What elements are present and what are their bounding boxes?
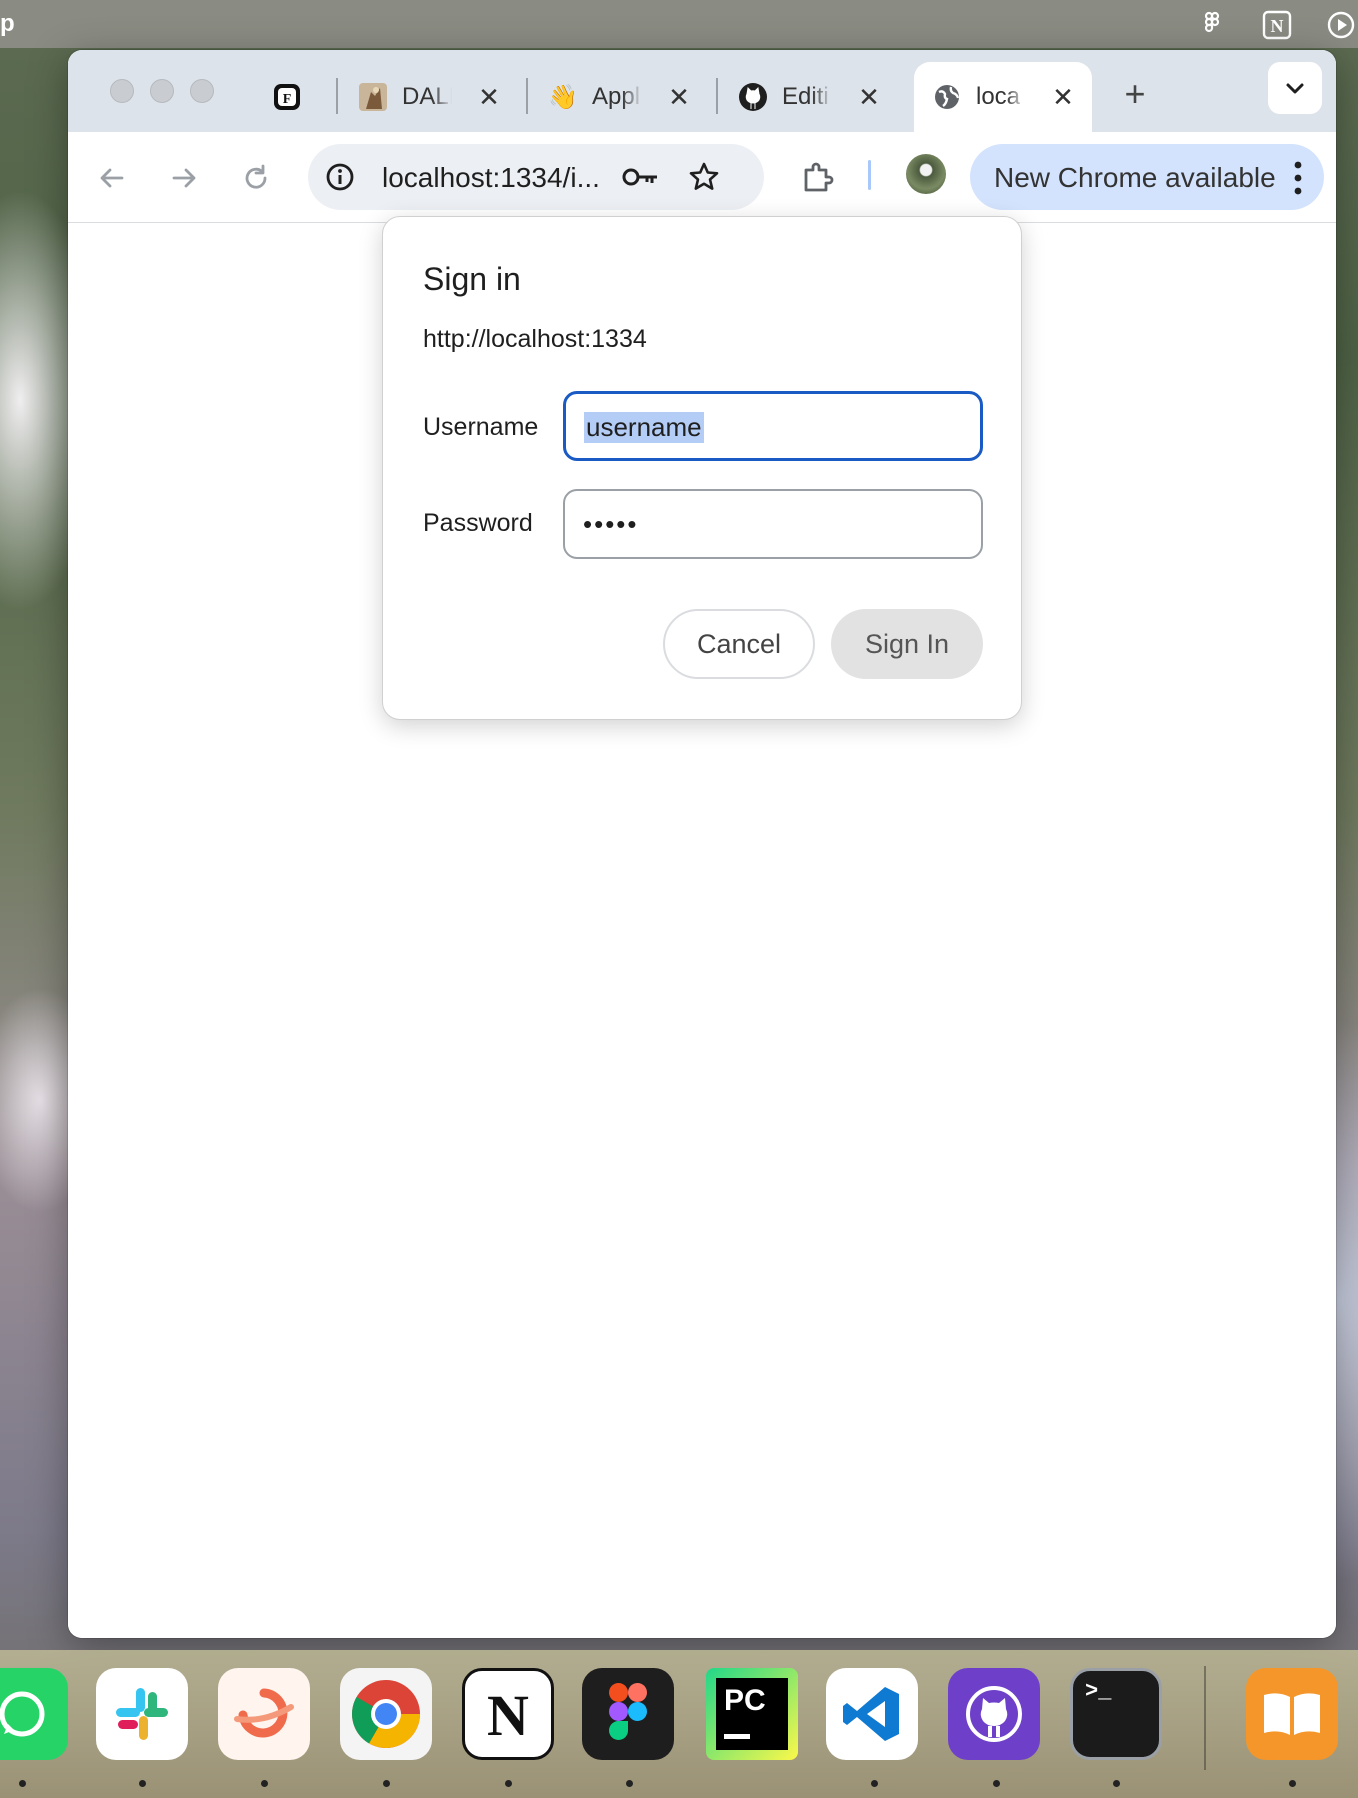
- dialog-title: Sign in: [423, 261, 521, 297]
- active-app-name[interactable]: p: [0, 10, 15, 38]
- close-tab-icon[interactable]: ✕: [474, 82, 504, 113]
- username-value: username: [584, 412, 704, 443]
- profile-avatar[interactable]: [906, 154, 946, 194]
- window-minimize-button[interactable]: [150, 79, 174, 103]
- password-value: •••••: [583, 509, 639, 539]
- tab-strip: F DALL ✕ 👋 Appl ✕ Editi ✕: [68, 50, 1336, 132]
- sign-in-button[interactable]: Sign In: [831, 609, 983, 679]
- password-label: Password: [423, 509, 533, 537]
- tab-apple[interactable]: 👋 Appl ✕: [548, 62, 694, 132]
- svg-text:F: F: [283, 92, 292, 107]
- password-field[interactable]: •••••: [563, 489, 983, 559]
- tab-title: DALL: [402, 83, 452, 110]
- arrow-left-icon: [100, 168, 124, 188]
- figma-app-icon[interactable]: [582, 1668, 674, 1760]
- tab-title: Appl: [592, 83, 641, 110]
- address-bar[interactable]: localhost:1334/i...: [308, 144, 764, 210]
- new-chrome-available-button[interactable]: New Chrome available: [970, 144, 1324, 210]
- tab-localhost[interactable]: loca ✕: [914, 62, 1092, 132]
- tab-separator: [526, 78, 528, 114]
- username-field[interactable]: username: [563, 391, 983, 461]
- back-button[interactable]: [90, 156, 134, 200]
- running-indicator: [626, 1780, 633, 1787]
- dialog-origin: http://localhost:1334: [423, 325, 647, 353]
- more-menu-icon[interactable]: [1294, 161, 1302, 195]
- tab-github[interactable]: Editi ✕: [738, 62, 884, 132]
- slack-icon[interactable]: [96, 1668, 188, 1760]
- svg-text:N: N: [1271, 16, 1284, 36]
- chrome-icon[interactable]: [340, 1668, 432, 1760]
- username-label: Username: [423, 413, 539, 441]
- whatsapp-icon[interactable]: [0, 1668, 68, 1760]
- extensions-puzzle-icon[interactable]: [798, 158, 838, 198]
- sign-in-dialog: Sign in http://localhost:1334 Username u…: [382, 216, 1022, 720]
- menu-bar: p N: [0, 0, 1358, 48]
- running-indicator: [993, 1780, 1000, 1787]
- reload-icon: [245, 164, 267, 189]
- figma-icon[interactable]: [1198, 10, 1226, 38]
- vscode-icon[interactable]: [826, 1668, 918, 1760]
- reload-button[interactable]: [234, 156, 278, 200]
- framer-f-icon: F: [272, 82, 302, 112]
- pycharm-icon[interactable]: PC: [706, 1668, 798, 1760]
- svg-text:N: N: [487, 1683, 529, 1748]
- running-indicator: [261, 1780, 268, 1787]
- key-icon[interactable]: [620, 159, 662, 195]
- terminal-icon[interactable]: >_: [1070, 1668, 1162, 1760]
- arc-icon[interactable]: [218, 1668, 310, 1760]
- waving-hand-icon: 👋: [548, 83, 578, 111]
- tab-title: loca: [976, 83, 1021, 110]
- notion-icon[interactable]: N: [1262, 10, 1292, 40]
- github-desktop-icon[interactable]: [948, 1668, 1040, 1760]
- running-indicator: [871, 1780, 878, 1787]
- toolbar-divider: [868, 160, 871, 190]
- running-indicator: [1289, 1780, 1296, 1787]
- running-indicator: [1113, 1780, 1120, 1787]
- tab-separator: [336, 78, 338, 114]
- close-tab-icon[interactable]: ✕: [854, 82, 884, 113]
- window-close-button[interactable]: [110, 79, 134, 103]
- running-indicator: [505, 1780, 512, 1787]
- cancel-button[interactable]: Cancel: [663, 609, 815, 679]
- tab-separator: [716, 78, 718, 114]
- forward-button[interactable]: [162, 156, 206, 200]
- notion-app-icon[interactable]: N: [462, 1668, 554, 1760]
- github-icon: [738, 82, 768, 112]
- globe-icon: [932, 82, 962, 112]
- dock-separator: [1204, 1666, 1206, 1770]
- tab-dalle[interactable]: DALL ✕: [358, 62, 504, 132]
- tab-title: Editi: [782, 83, 829, 110]
- bookmark-star-icon[interactable]: [686, 159, 722, 195]
- tab-search-button[interactable]: [1268, 62, 1322, 114]
- dalle-image-icon: [358, 82, 388, 112]
- chevron-down-icon: [1286, 83, 1304, 94]
- close-tab-icon[interactable]: ✕: [1048, 82, 1078, 113]
- new-tab-button[interactable]: +: [1112, 74, 1158, 114]
- arrow-right-icon: [172, 168, 196, 188]
- close-tab-icon[interactable]: ✕: [664, 82, 694, 113]
- running-indicator: [383, 1780, 390, 1787]
- running-indicator: [139, 1780, 146, 1787]
- dock: N PC >_: [0, 1650, 1358, 1798]
- address-text: localhost:1334/i...: [382, 162, 600, 193]
- site-info-icon[interactable]: [322, 159, 358, 195]
- tab-framer[interactable]: F: [272, 62, 302, 132]
- window-zoom-button[interactable]: [190, 79, 214, 103]
- browser-toolbar: localhost:1334/i... New Chrome available: [68, 132, 1336, 223]
- play-circle-icon[interactable]: [1326, 10, 1356, 39]
- update-label: New Chrome available: [994, 162, 1276, 193]
- books-icon[interactable]: [1246, 1668, 1338, 1760]
- running-indicator: [19, 1780, 26, 1787]
